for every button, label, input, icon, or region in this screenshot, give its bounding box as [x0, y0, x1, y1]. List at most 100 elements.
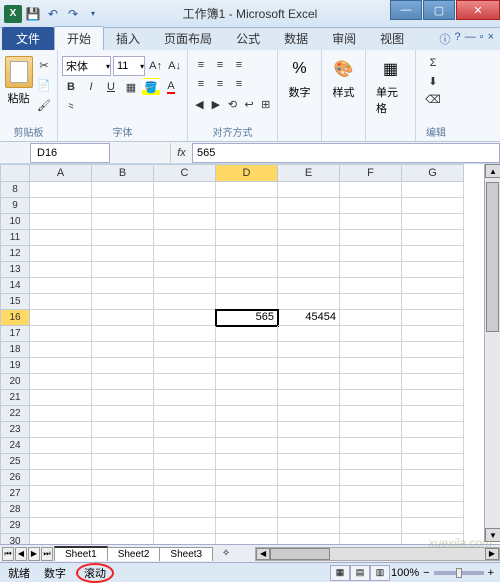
- cell-E10[interactable]: [278, 214, 340, 230]
- vscroll-thumb[interactable]: [486, 182, 499, 332]
- cell-A25[interactable]: [30, 454, 92, 470]
- cell-G8[interactable]: [402, 182, 464, 198]
- cell-D22[interactable]: [216, 406, 278, 422]
- cell-A10[interactable]: [30, 214, 92, 230]
- cell-A29[interactable]: [30, 518, 92, 534]
- tab-view[interactable]: 视图: [368, 27, 416, 50]
- fx-button[interactable]: fx: [170, 143, 192, 163]
- cell-G10[interactable]: [402, 214, 464, 230]
- cell-C8[interactable]: [154, 182, 216, 198]
- tab-insert[interactable]: 插入: [104, 27, 152, 50]
- cell-D30[interactable]: [216, 534, 278, 544]
- row-header-20[interactable]: 20: [0, 374, 30, 390]
- cell-F17[interactable]: [340, 326, 402, 342]
- cell-A11[interactable]: [30, 230, 92, 246]
- formula-input[interactable]: 565: [192, 143, 500, 163]
- col-header-C[interactable]: C: [154, 164, 216, 182]
- cell-D28[interactable]: [216, 502, 278, 518]
- cell-A23[interactable]: [30, 422, 92, 438]
- bold-button[interactable]: B: [62, 78, 80, 96]
- tab-formulas[interactable]: 公式: [224, 27, 272, 50]
- cell-B15[interactable]: [92, 294, 154, 310]
- sheet-nav-prev-icon[interactable]: ◀: [15, 547, 27, 561]
- cell-A18[interactable]: [30, 342, 92, 358]
- cell-B27[interactable]: [92, 486, 154, 502]
- cell-E8[interactable]: [278, 182, 340, 198]
- cell-F25[interactable]: [340, 454, 402, 470]
- cell-A24[interactable]: [30, 438, 92, 454]
- scroll-left-button[interactable]: ◀: [256, 548, 270, 560]
- cell-C15[interactable]: [154, 294, 216, 310]
- cell-F18[interactable]: [340, 342, 402, 358]
- cell-C17[interactable]: [154, 326, 216, 342]
- cell-E27[interactable]: [278, 486, 340, 502]
- cell-G15[interactable]: [402, 294, 464, 310]
- cell-F26[interactable]: [340, 470, 402, 486]
- cell-F30[interactable]: [340, 534, 402, 544]
- col-header-B[interactable]: B: [92, 164, 154, 182]
- cell-E15[interactable]: [278, 294, 340, 310]
- cell-E26[interactable]: [278, 470, 340, 486]
- align-left-icon[interactable]: ≡: [192, 75, 210, 93]
- row-header-13[interactable]: 13: [0, 262, 30, 278]
- hscroll-thumb[interactable]: [270, 548, 330, 560]
- cell-F29[interactable]: [340, 518, 402, 534]
- row-header-10[interactable]: 10: [0, 214, 30, 230]
- cell-E23[interactable]: [278, 422, 340, 438]
- cell-G29[interactable]: [402, 518, 464, 534]
- cell-C24[interactable]: [154, 438, 216, 454]
- row-header-21[interactable]: 21: [0, 390, 30, 406]
- cell-E24[interactable]: [278, 438, 340, 454]
- cell-C23[interactable]: [154, 422, 216, 438]
- cell-B26[interactable]: [92, 470, 154, 486]
- align-middle-icon[interactable]: ≡: [211, 56, 229, 74]
- col-header-F[interactable]: F: [340, 164, 402, 182]
- tab-page-layout[interactable]: 页面布局: [152, 27, 224, 50]
- cell-C16[interactable]: [154, 310, 216, 326]
- cell-B21[interactable]: [92, 390, 154, 406]
- cell-D9[interactable]: [216, 198, 278, 214]
- cell-E12[interactable]: [278, 246, 340, 262]
- cell-D21[interactable]: [216, 390, 278, 406]
- styles-button[interactable]: 🎨 样式: [326, 52, 361, 100]
- row-header-24[interactable]: 24: [0, 438, 30, 454]
- qat-dropdown-icon[interactable]: ▾: [84, 5, 102, 23]
- cell-D17[interactable]: [216, 326, 278, 342]
- grow-font-icon[interactable]: A↑: [147, 57, 164, 75]
- page-break-view-button[interactable]: ▥: [370, 565, 390, 581]
- cell-E30[interactable]: [278, 534, 340, 544]
- cell-E29[interactable]: [278, 518, 340, 534]
- cell-B20[interactable]: [92, 374, 154, 390]
- file-tab[interactable]: 文件: [2, 27, 54, 50]
- cell-D13[interactable]: [216, 262, 278, 278]
- help-icon[interactable]: ?: [455, 31, 461, 47]
- cell-C12[interactable]: [154, 246, 216, 262]
- cell-G25[interactable]: [402, 454, 464, 470]
- sheet-tab-3[interactable]: Sheet3: [159, 547, 213, 561]
- cell-C21[interactable]: [154, 390, 216, 406]
- zoom-in-button[interactable]: +: [488, 567, 494, 579]
- col-header-E[interactable]: E: [278, 164, 340, 182]
- cell-D15[interactable]: [216, 294, 278, 310]
- clear-icon[interactable]: ⌫: [424, 90, 442, 108]
- font-color-button[interactable]: A: [162, 78, 180, 96]
- cell-D11[interactable]: [216, 230, 278, 246]
- sheet-tab-2[interactable]: Sheet2: [107, 547, 161, 561]
- cell-G11[interactable]: [402, 230, 464, 246]
- cell-E20[interactable]: [278, 374, 340, 390]
- cell-E17[interactable]: [278, 326, 340, 342]
- format-painter-icon[interactable]: 🖌: [35, 96, 53, 114]
- cell-A27[interactable]: [30, 486, 92, 502]
- row-header-25[interactable]: 25: [0, 454, 30, 470]
- cell-A17[interactable]: [30, 326, 92, 342]
- cell-E28[interactable]: [278, 502, 340, 518]
- cell-G19[interactable]: [402, 358, 464, 374]
- cell-G23[interactable]: [402, 422, 464, 438]
- cell-A9[interactable]: [30, 198, 92, 214]
- cell-C11[interactable]: [154, 230, 216, 246]
- cell-A20[interactable]: [30, 374, 92, 390]
- number-format-button[interactable]: % 数字: [282, 52, 317, 100]
- row-header-22[interactable]: 22: [0, 406, 30, 422]
- cell-C29[interactable]: [154, 518, 216, 534]
- cell-C18[interactable]: [154, 342, 216, 358]
